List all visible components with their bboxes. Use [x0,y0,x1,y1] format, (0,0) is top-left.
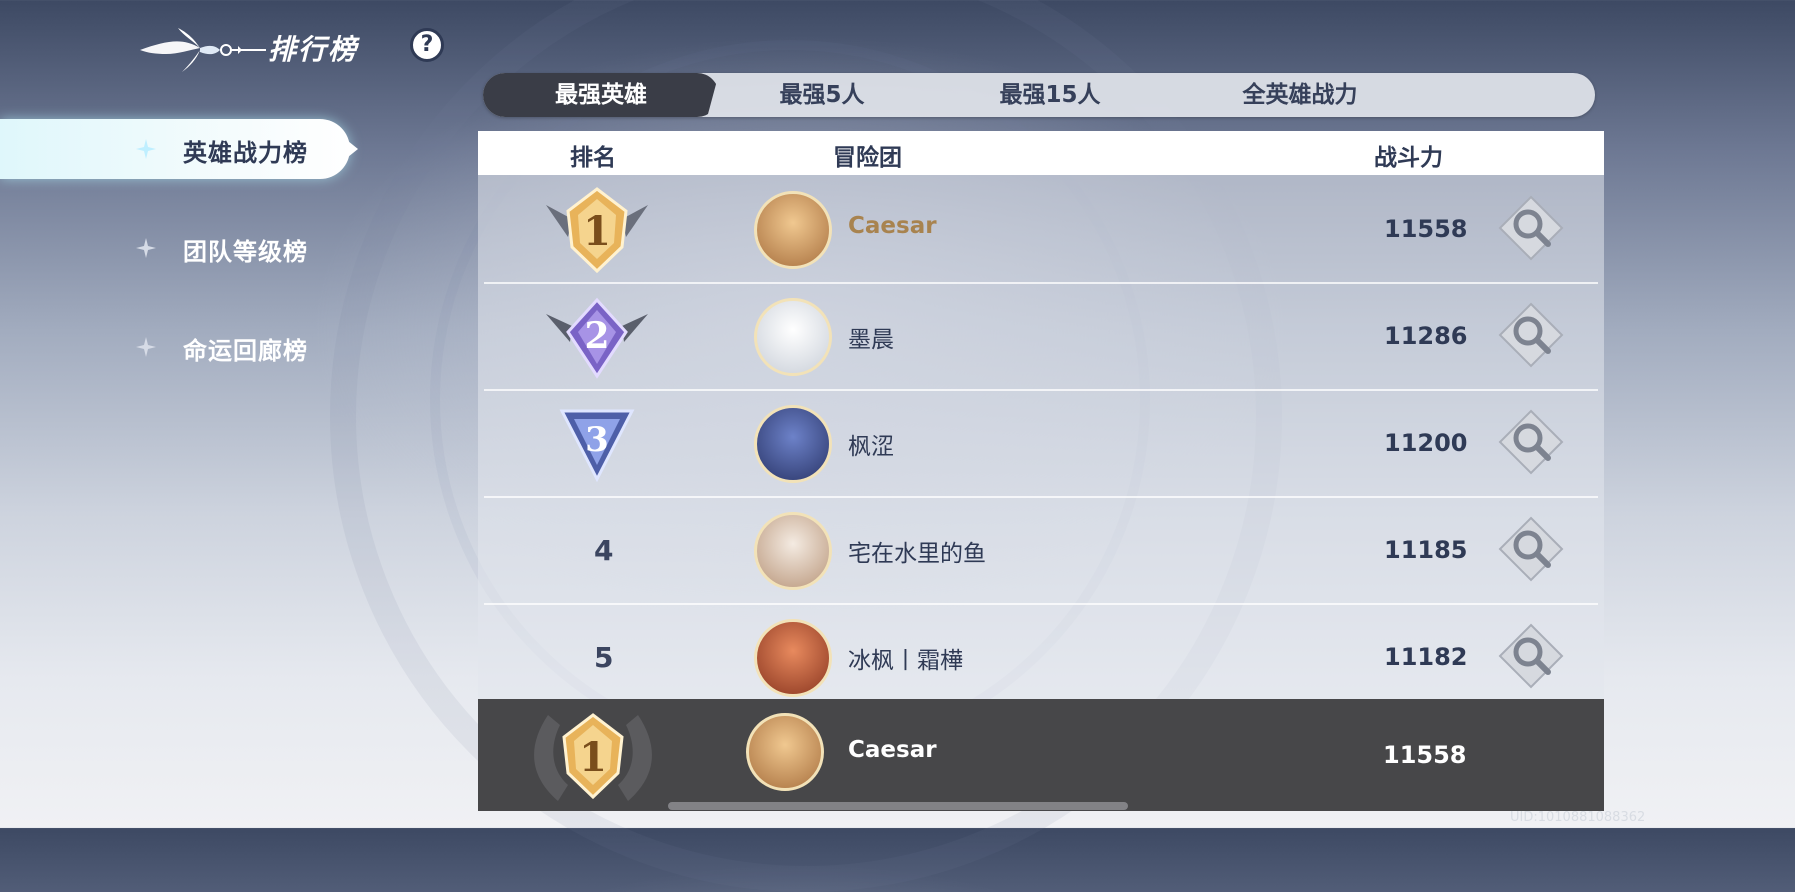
sidebar-item-label: 英雄战力榜 [183,139,308,167]
svg-text:2: 2 [584,315,609,357]
horizontal-scrollbar[interactable] [668,802,1128,810]
sidebar-item-label: 命运回廊榜 [183,337,308,365]
help-button[interactable]: ? [410,28,444,62]
svg-text:1: 1 [583,208,611,255]
column-team: 冒险团 [833,145,902,171]
search-icon[interactable] [1496,407,1566,477]
avatar[interactable] [746,713,824,791]
power-value: 11286 [1384,322,1468,350]
sparkle-icon [136,238,156,258]
svg-text:3: 3 [585,420,609,460]
tab-strongest-hero[interactable]: 最强英雄 [483,73,719,117]
team-name: 冰枫丨霜樺 [848,648,963,674]
uid-label: UID:1010881088362 [1510,810,1646,825]
avatar[interactable] [754,405,832,483]
team-name: 枫涩 [848,434,894,460]
column-rank: 排名 [570,145,616,171]
tab-all-hero-power[interactable]: 全英雄战力 [1175,73,1425,117]
power-value: 11185 [1384,536,1468,564]
ranking-tabs: 最强英雄 最强5人 最强15人 全英雄战力 [483,73,1595,117]
table-row[interactable]: 5 冰枫丨霜樺 11182 [484,603,1598,699]
tab-strongest-15[interactable]: 最强15人 [925,73,1175,117]
table-row[interactable]: 3 枫涩 11200 [484,389,1598,498]
power-value: 11558 [1384,215,1468,243]
sidebar-item-hero-power[interactable]: 英雄战力榜 [0,119,358,179]
sparkle-icon [136,139,156,159]
avatar[interactable] [754,619,832,697]
avatar[interactable] [754,512,832,590]
rank-1-badge-icon: 1 [546,187,648,274]
avatar[interactable] [754,191,832,269]
search-icon[interactable] [1496,193,1566,263]
team-name: 墨晨 [848,327,894,353]
table-header: 排名 冒险团 战斗力 [478,131,1604,175]
search-icon[interactable] [1496,300,1566,370]
search-icon[interactable] [1496,514,1566,584]
ranking-list[interactable]: 1 Caesar 11558 2 墨晨 11286 3 枫涩 11200 4 宅… [478,175,1604,699]
column-power: 战斗力 [1374,145,1443,171]
svg-text:1: 1 [579,734,607,781]
winged-logo-icon [140,28,266,72]
power-value: 11182 [1384,643,1468,671]
rank-3-badge-icon: 3 [559,409,635,483]
rank-number: 4 [594,534,614,567]
team-name: 宅在水里的鱼 [848,541,986,567]
team-name: Caesar [848,213,937,239]
power-value: 11200 [1384,429,1468,457]
page-title: 排行榜 [268,33,359,66]
my-power-value: 11558 [1383,741,1467,769]
table-row[interactable]: 2 墨晨 11286 [484,282,1598,391]
sparkle-icon [136,337,156,357]
avatar[interactable] [754,298,832,376]
active-caret-icon [348,141,358,157]
rank-number: 5 [594,641,614,674]
table-row[interactable]: 1 Caesar 11558 [484,175,1598,284]
my-team-name: Caesar [848,737,937,763]
search-icon[interactable] [1496,621,1566,691]
sidebar-item-fate-corridor[interactable]: 命运回廊榜 [0,317,350,377]
table-row[interactable]: 4 宅在水里的鱼 11185 [484,496,1598,605]
rank-1-badge-icon: 1 [534,713,652,801]
rank-2-badge-icon: 2 [546,297,648,379]
tab-strongest-5[interactable]: 最强5人 [719,73,925,117]
sidebar-item-team-level[interactable]: 团队等级榜 [0,218,350,278]
my-rank-row: 1 Caesar 11558 [478,699,1604,811]
sidebar-item-label: 团队等级榜 [183,238,308,266]
